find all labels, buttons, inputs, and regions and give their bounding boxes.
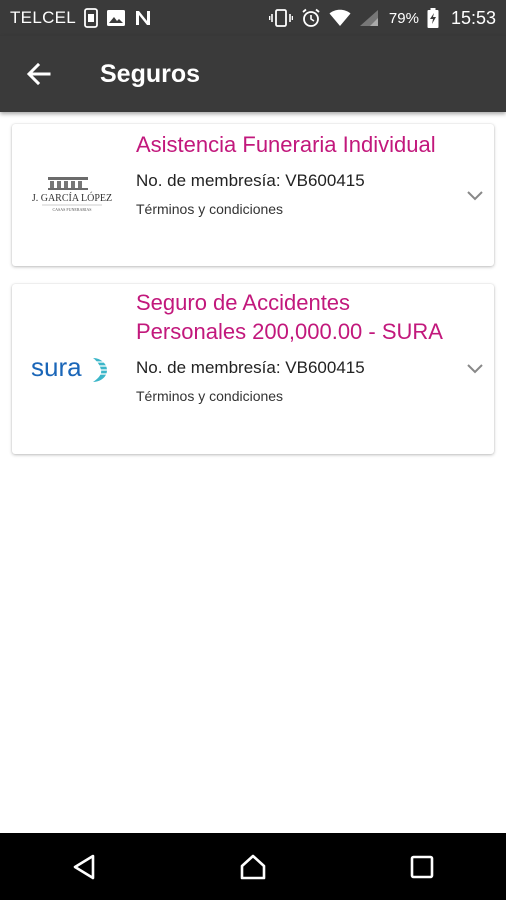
battery-percent: 79%	[388, 9, 419, 27]
recents-icon	[410, 855, 434, 879]
svg-text:J. GARCÍA LÓPEZ: J. GARCÍA LÓPEZ	[32, 192, 112, 204]
chevron-down-icon	[466, 190, 484, 202]
home-icon	[238, 852, 268, 882]
app-bar: Seguros	[0, 36, 506, 112]
image-icon	[106, 9, 126, 27]
signal-icon	[359, 9, 379, 27]
expand-button[interactable]	[462, 359, 488, 379]
clock: 15:53	[450, 7, 496, 28]
vibrate-icon	[268, 9, 293, 27]
chevron-down-icon	[466, 363, 484, 375]
policy-card[interactable]: J. GARCÍA LÓPEZ CASAS FUNERARIAS Asisten…	[12, 124, 494, 266]
garcia-lopez-logo: J. GARCÍA LÓPEZ CASAS FUNERARIAS	[22, 174, 122, 214]
wifi-icon	[329, 9, 351, 27]
membership-number: No. de membresía: VB600415	[136, 358, 365, 377]
system-nav-bar	[0, 833, 506, 900]
carrier-label: TELCEL	[10, 8, 77, 27]
svg-text:sura: sura	[31, 352, 82, 382]
svg-text:CASAS FUNERARIAS: CASAS FUNERARIAS	[52, 207, 91, 212]
nav-back-button[interactable]	[54, 837, 114, 897]
policy-info: Seguro de Accidentes Personales 200,000.…	[136, 288, 446, 404]
sura-logo: sura	[22, 350, 122, 386]
status-bar-left: TELCEL	[10, 8, 152, 28]
policy-title: Asistencia Funeraria Individual	[136, 132, 436, 157]
arrow-back-icon	[25, 61, 51, 87]
policy-card[interactable]: sura Seguro de Accidentes Personales 200…	[12, 284, 494, 454]
page-title: Seguros	[100, 59, 201, 88]
battery-charging-icon	[427, 8, 439, 28]
back-triangle-icon	[71, 853, 97, 881]
policy-info: Asistencia Funeraria Individual No. de m…	[136, 130, 446, 217]
expand-button[interactable]	[462, 186, 488, 206]
terms-link[interactable]: Términos y condiciones	[136, 388, 446, 404]
terms-link[interactable]: Términos y condiciones	[136, 201, 446, 217]
alarm-icon	[301, 8, 321, 28]
nav-recents-button[interactable]	[392, 837, 452, 897]
status-bar-right: 79% 15:53	[268, 7, 496, 29]
sim-icon	[84, 8, 98, 28]
nav-home-button[interactable]	[223, 837, 283, 897]
n-icon	[134, 9, 152, 27]
membership-number: No. de membresía: VB600415	[136, 171, 365, 190]
policy-title: Seguro de Accidentes Personales 200,000.…	[136, 290, 443, 344]
back-button[interactable]	[0, 36, 78, 112]
status-bar: TELCEL 79% 15:53	[0, 0, 506, 36]
